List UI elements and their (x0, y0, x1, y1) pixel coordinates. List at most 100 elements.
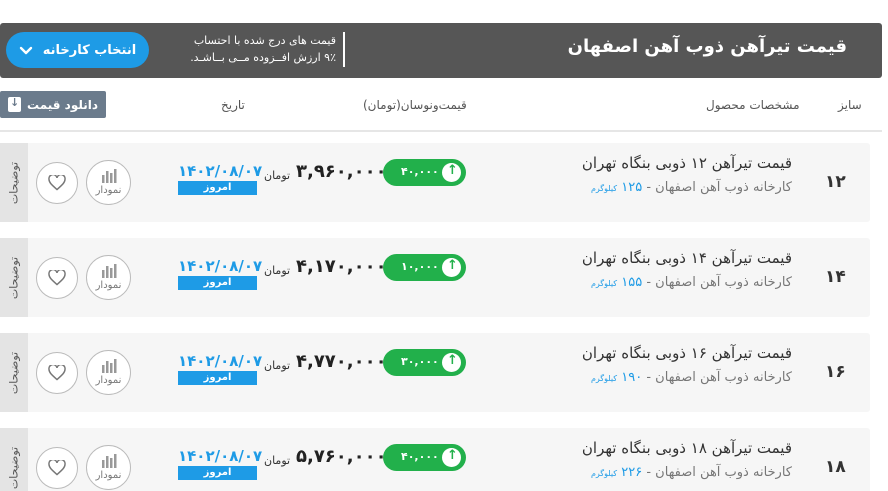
download-file-icon (7, 96, 21, 112)
download-label: دانلود قیمت (26, 97, 99, 112)
weight-unit: کیلوگرم (590, 184, 618, 193)
arrow-up-icon (442, 163, 461, 182)
header-divider-line (0, 130, 882, 132)
page-title: قیمت تیرآهن ذوب آهن اصفهان (567, 36, 847, 57)
arrow-up-icon (442, 353, 461, 372)
description-label: توضیحات (7, 256, 21, 300)
factory-name: کارخانه ذوب آهن اصفهان - (646, 465, 792, 480)
weight-unit: کیلوگرم (590, 279, 618, 288)
favorite-button[interactable] (36, 257, 78, 299)
currency-unit: تومان (264, 264, 291, 277)
vat-note-line1: قیمت های درج شده با احتساب (193, 34, 336, 47)
description-tab[interactable]: توضیحات (0, 428, 28, 491)
table-row: توضیحات نمودار ۱۴۰۲/۰۸/۰۷ امروز تومان ۵,… (0, 428, 870, 491)
select-factory-label: انتخاب کارخانه (42, 42, 137, 58)
select-factory-button[interactable]: انتخاب کارخانه (6, 32, 149, 68)
price-change-value: ۴۰,۰۰۰ (401, 450, 439, 463)
price-change-badge: ۴۰,۰۰۰ (383, 159, 466, 186)
chart-button[interactable]: نمودار (86, 160, 131, 205)
favorite-button[interactable] (36, 162, 78, 204)
description-label: توضیحات (7, 351, 21, 395)
product-title[interactable]: قیمت تیرآهن ۱۸ ذوبی بنگاه تهران (582, 439, 792, 457)
table-row: توضیحات نمودار ۱۴۰۲/۰۸/۰۷ امروز تومان ۴,… (0, 238, 870, 317)
today-badge: امروز (178, 371, 257, 385)
factory-name: کارخانه ذوب آهن اصفهان - (646, 180, 792, 195)
chart-button[interactable]: نمودار (86, 445, 131, 490)
description-label: توضیحات (7, 161, 21, 205)
arrow-up-icon (442, 448, 461, 467)
price-date: ۱۴۰۲/۰۸/۰۷ (178, 162, 263, 180)
price-date: ۱۴۰۲/۰۸/۰۷ (178, 447, 263, 465)
bar-chart-icon (102, 169, 117, 183)
size-value: ۱۲ (825, 172, 846, 192)
download-price-button[interactable]: دانلود قیمت (0, 91, 106, 118)
chart-label: نمودار (95, 185, 122, 196)
col-specs: مشخصات محصول (706, 98, 800, 112)
currency-unit: تومان (264, 454, 291, 467)
weight-value: ۱۹۰ (621, 370, 643, 385)
heart-icon (48, 270, 66, 286)
factory-name: کارخانه ذوب آهن اصفهان - (646, 275, 792, 290)
product-title[interactable]: قیمت تیرآهن ۱۴ ذوبی بنگاه تهران (582, 249, 792, 267)
description-label: توضیحات (7, 446, 21, 490)
price-change-value: ۳۰,۰۰۰ (401, 355, 439, 368)
weight-unit: کیلوگرم (590, 374, 618, 383)
col-date: تاریخ (221, 98, 245, 112)
vat-note: قیمت های درج شده با احتساب ۹٪ ارزش افــز… (176, 32, 336, 66)
chevron-down-icon (19, 46, 32, 55)
size-value: ۱۸ (825, 457, 846, 477)
chart-label: نمودار (95, 280, 122, 291)
price-change-badge: ۳۰,۰۰۰ (383, 349, 466, 376)
size-value: ۱۶ (825, 362, 846, 382)
price-table-page: قیمت تیرآهن ذوب آهن اصفهان قیمت های درج … (0, 0, 888, 491)
page-header: قیمت تیرآهن ذوب آهن اصفهان قیمت های درج … (0, 23, 882, 78)
product-title[interactable]: قیمت تیرآهن ۱۶ ذوبی بنگاه تهران (582, 344, 792, 362)
heart-icon (48, 460, 66, 476)
chart-button[interactable]: نمودار (86, 255, 131, 300)
chart-label: نمودار (95, 375, 122, 386)
weight-unit: کیلوگرم (590, 469, 618, 478)
currency-unit: تومان (264, 359, 291, 372)
col-size: سایز (838, 98, 862, 112)
weight-value: ۱۵۵ (621, 275, 643, 290)
today-badge: امروز (178, 181, 257, 195)
weight-value: ۲۲۶ (621, 465, 643, 480)
bar-chart-icon (102, 454, 117, 468)
header-divider (343, 32, 345, 67)
product-subtitle: کارخانه ذوب آهن اصفهان - ۲۲۶ کیلوگرم (591, 465, 792, 480)
product-subtitle: کارخانه ذوب آهن اصفهان - ۱۵۵ کیلوگرم (591, 275, 792, 290)
price-change-badge: ۴۰,۰۰۰ (383, 444, 466, 471)
bar-chart-icon (102, 264, 117, 278)
size-value: ۱۴ (825, 267, 846, 287)
vat-note-line2: ۹٪ ارزش افــزوده مــی بــاشـد. (190, 51, 336, 64)
factory-name: کارخانه ذوب آهن اصفهان - (646, 370, 792, 385)
table-row: توضیحات نمودار ۱۴۰۲/۰۸/۰۷ امروز تومان ۳,… (0, 143, 870, 222)
col-price-change: قیمت‌ونوسان(تومان) (363, 98, 467, 112)
description-tab[interactable]: توضیحات (0, 238, 28, 317)
heart-icon (48, 175, 66, 191)
heart-icon (48, 365, 66, 381)
chart-button[interactable]: نمودار (86, 350, 131, 395)
today-badge: امروز (178, 466, 257, 480)
price-value: ۴,۷۷۰,۰۰۰ (296, 351, 387, 372)
favorite-button[interactable] (36, 352, 78, 394)
price-date: ۱۴۰۲/۰۸/۰۷ (178, 257, 263, 275)
currency-unit: تومان (264, 169, 291, 182)
price-change-badge: ۱۰,۰۰۰ (383, 254, 466, 281)
chart-label: نمودار (95, 470, 122, 481)
price-change-value: ۱۰,۰۰۰ (401, 260, 439, 273)
table-row: توضیحات نمودار ۱۴۰۲/۰۸/۰۷ امروز تومان ۴,… (0, 333, 870, 412)
product-title[interactable]: قیمت تیرآهن ۱۲ ذوبی بنگاه تهران (582, 154, 792, 172)
bar-chart-icon (102, 359, 117, 373)
price-value: ۳,۹۶۰,۰۰۰ (296, 161, 387, 182)
favorite-button[interactable] (36, 447, 78, 489)
product-subtitle: کارخانه ذوب آهن اصفهان - ۱۲۵ کیلوگرم (591, 180, 792, 195)
description-tab[interactable]: توضیحات (0, 333, 28, 412)
description-tab[interactable]: توضیحات (0, 143, 28, 222)
arrow-up-icon (442, 258, 461, 277)
weight-value: ۱۲۵ (621, 180, 643, 195)
price-value: ۴,۱۷۰,۰۰۰ (296, 256, 387, 277)
today-badge: امروز (178, 276, 257, 290)
price-date: ۱۴۰۲/۰۸/۰۷ (178, 352, 263, 370)
product-subtitle: کارخانه ذوب آهن اصفهان - ۱۹۰ کیلوگرم (591, 370, 792, 385)
